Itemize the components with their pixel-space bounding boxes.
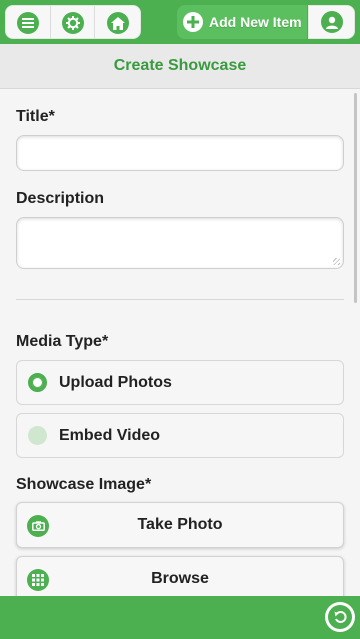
page-header: Create Showcase [0, 44, 360, 89]
radio-embed-video[interactable]: Embed Video [16, 413, 344, 458]
grid-icon [27, 569, 49, 591]
showcase-image-label: Showcase Image* [16, 476, 152, 493]
resize-grip-icon[interactable] [333, 258, 340, 265]
scrollbar[interactable] [354, 93, 357, 303]
browse-label: Browse [151, 570, 209, 587]
gear-icon [61, 12, 84, 34]
plus-icon [183, 12, 203, 32]
home-button[interactable] [95, 6, 140, 38]
camera-icon [27, 515, 49, 537]
description-textarea[interactable] [16, 217, 344, 269]
page-title: Create Showcase [113, 57, 247, 74]
home-icon [106, 12, 129, 34]
media-type-label: Media Type* [16, 333, 109, 350]
title-input[interactable] [16, 135, 344, 171]
divider [16, 299, 344, 300]
settings-button[interactable] [51, 6, 96, 38]
radio-unselected-icon [28, 426, 47, 445]
description-label: Description [16, 190, 105, 207]
radio-selected-icon [28, 373, 47, 392]
browse-button[interactable]: Browse [16, 556, 344, 596]
menu-button[interactable] [6, 6, 51, 38]
take-photo-label: Take Photo [137, 516, 223, 533]
back-button[interactable] [325, 602, 355, 632]
back-icon [328, 605, 352, 629]
add-new-item-label: Add New Item [209, 14, 302, 30]
menu-icon [16, 12, 39, 34]
user-button[interactable] [308, 5, 355, 39]
add-new-item-button[interactable]: Add New Item [177, 5, 307, 39]
user-icon [320, 11, 343, 33]
nav-button-group [5, 5, 141, 39]
radio-label: Upload Photos [59, 373, 172, 391]
title-label: Title* [16, 108, 55, 125]
radio-label: Embed Video [59, 426, 161, 444]
bottom-toolbar [0, 596, 360, 639]
form-content: Title* Description Media Type* Upload Ph… [0, 89, 360, 596]
radio-upload-photos[interactable]: Upload Photos [16, 360, 344, 405]
take-photo-button[interactable]: Take Photo [16, 502, 344, 548]
top-toolbar: Add New Item [0, 0, 360, 44]
